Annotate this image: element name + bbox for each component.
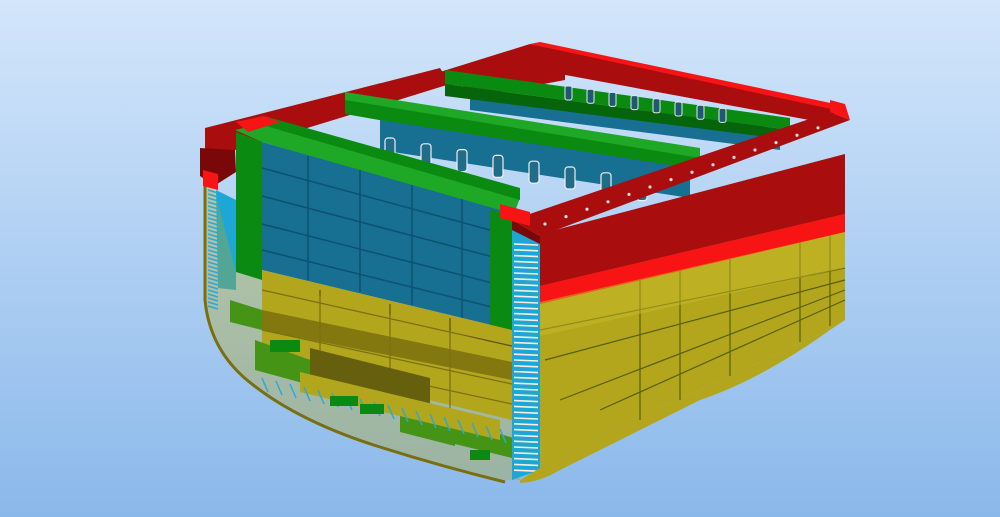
web-stripe [513,365,539,368]
web-stripe [513,405,539,409]
web-stripe [513,446,539,449]
deck-bolt [795,133,799,137]
web-stripe [513,289,539,293]
web-stripe [513,272,539,275]
web-stripe [513,324,539,327]
web-stripe [513,359,539,362]
deck-bolt [732,155,736,159]
web-stripe [513,347,539,351]
deck-bolt [690,170,694,174]
girder-slot [608,91,617,107]
girder-slot [564,85,573,101]
web-stripe [513,423,539,426]
deck-bolt [774,141,778,145]
girder-slot [586,88,595,104]
deck-bolt [606,200,610,204]
web-stripe [513,382,539,385]
deck-bolt [753,148,757,152]
deck-bolt [816,126,820,130]
web-stripe [513,278,539,281]
ship-block-model [0,0,1000,517]
web-stripe [513,399,539,403]
deck-bolt [627,192,631,196]
web-stripe [513,336,539,339]
web-stripe [513,301,539,304]
port-frame-column [236,132,262,280]
web-stripe [513,434,539,438]
girder-slot [696,104,705,120]
web-stripe [513,295,539,298]
girder-slot [674,101,683,117]
deck-bolt [669,178,673,182]
web-stripe [513,312,539,316]
deck-bolt [585,207,589,211]
girder-slot [456,149,468,173]
web-stripe [513,452,539,455]
web-stripe [513,254,539,258]
model-viewport[interactable] [0,0,1000,517]
deck-bolt [648,185,652,189]
web-stripe [513,411,539,414]
deck-bolt [543,222,547,226]
girder-slot [492,154,504,178]
web-stripe [513,469,539,472]
girder-slot [630,95,639,111]
deck-bolt [564,215,568,219]
web-stripe [513,417,539,420]
web-stripe [513,330,539,333]
web-stripe [513,388,539,391]
web-stripe [513,283,539,287]
web-stripe [513,341,539,345]
web-stripe [513,376,539,380]
web-stripe [513,440,539,443]
web-stripe [513,353,539,356]
girder-slot [564,166,576,190]
web-stripe [513,463,539,467]
web-stripe [513,318,539,322]
web-stripe [513,266,539,269]
web-stripe [513,249,539,252]
girder-slot [528,160,540,184]
web-stripe [513,243,539,246]
web-stripe [513,394,539,397]
web-stripe [513,428,539,432]
girder-slot [718,107,727,123]
web-stripe [513,370,539,374]
web-stripe [513,260,539,264]
girder-slot [652,98,661,114]
deck-bolt [711,163,715,167]
web-stripe [513,307,539,310]
web-stripe [513,457,539,461]
